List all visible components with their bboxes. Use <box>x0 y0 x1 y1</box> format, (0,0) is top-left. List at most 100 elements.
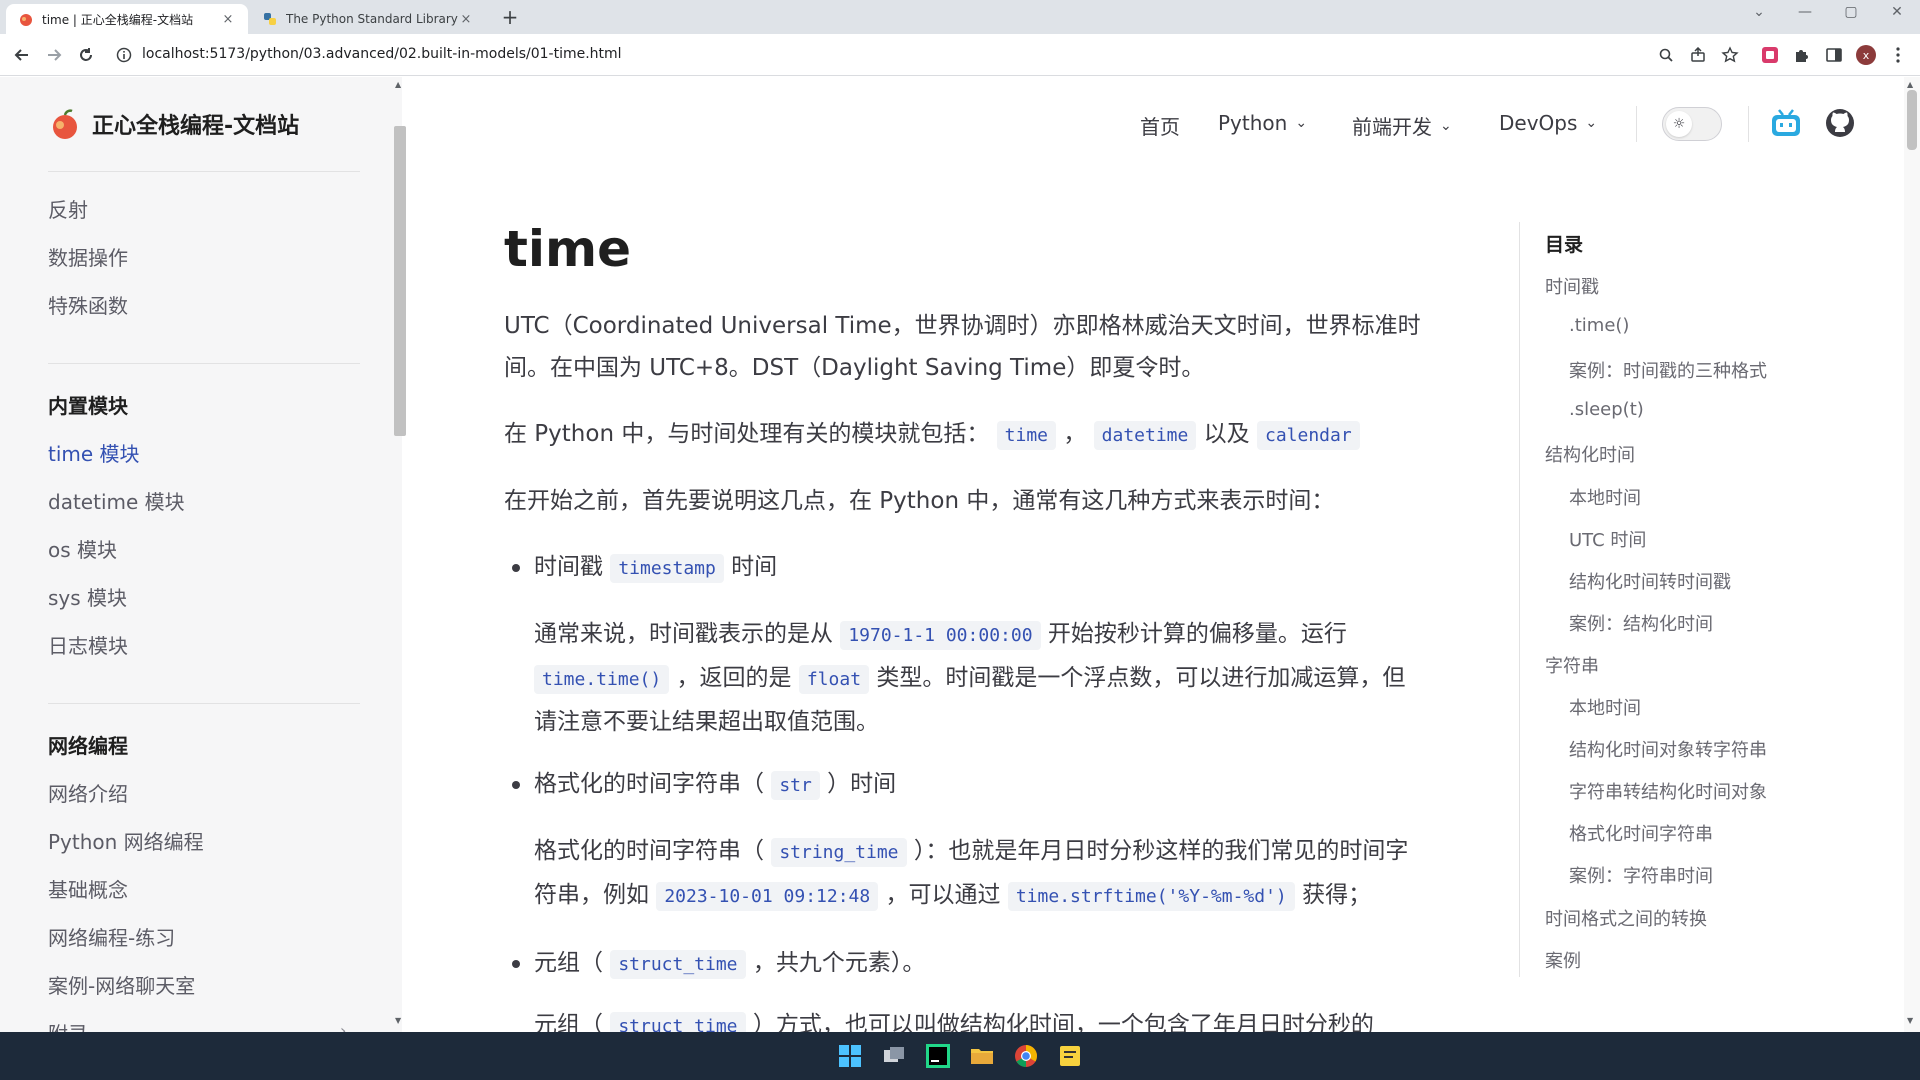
zoom-icon[interactable] <box>1654 43 1678 67</box>
sidebar-divider <box>48 363 360 364</box>
text: ，可以通过 <box>885 882 1001 908</box>
theme-toggle[interactable]: ☼ <box>1662 107 1722 141</box>
outline-item[interactable]: 案例：时间戳的三种格式 <box>1569 357 1767 383</box>
bullet-string-time: 格式化的时间字符串（ str ）时间 <box>534 763 1424 807</box>
nav-frontend[interactable]: 前端开发 ⌄ <box>1352 111 1452 140</box>
sidebar-item-network-intro[interactable]: 网络介绍 <box>48 778 128 807</box>
page-scroll-down-icon[interactable]: ▼ <box>1907 1016 1913 1025</box>
outline-item[interactable]: 本地时间 <box>1569 484 1641 510</box>
nav-frontend-label: 前端开发 <box>1352 115 1432 139</box>
nav-home-label: 首页 <box>1140 115 1180 139</box>
sidebar-divider <box>48 703 360 704</box>
tab-close-icon[interactable]: × <box>458 12 474 27</box>
outline-item[interactable]: 字符串 <box>1545 652 1599 678</box>
chrome-icon[interactable] <box>1014 1044 1038 1068</box>
python-favicon-icon <box>264 13 276 25</box>
bullet-dot <box>512 781 520 789</box>
inline-code: time <box>996 421 1057 450</box>
sidebar-item-appendix[interactable]: 附录 <box>48 1018 88 1032</box>
outline-item[interactable]: UTC 时间 <box>1569 526 1646 552</box>
outline-item[interactable]: 结构化时间对象转字符串 <box>1569 736 1767 762</box>
site-info-icon[interactable] <box>112 43 136 67</box>
inline-code: string_time <box>771 838 907 867</box>
outline-item[interactable]: 案例：字符串时间 <box>1569 862 1713 888</box>
profile-avatar[interactable]: x <box>1854 43 1878 67</box>
tab-close-icon[interactable]: × <box>220 12 236 27</box>
outline-item[interactable]: .time() <box>1569 315 1629 336</box>
browser-toolbar: localhost:5173/python/03.advanced/02.bui… <box>0 34 1920 76</box>
reload-icon[interactable] <box>74 43 98 67</box>
scroll-down-arrow-icon[interactable]: ▼ <box>395 1016 401 1025</box>
sidebar-item-python-network[interactable]: Python 网络编程 <box>48 826 204 855</box>
chevron-right-icon[interactable]: › <box>340 1021 346 1032</box>
nav-home[interactable]: 首页 <box>1140 111 1180 140</box>
extensions-puzzle-icon[interactable] <box>1790 43 1814 67</box>
sidebar-item-basic-concepts[interactable]: 基础概念 <box>48 874 128 903</box>
sidebar-item-special-functions[interactable]: 特殊函数 <box>48 290 128 319</box>
windows-start-icon[interactable] <box>838 1044 862 1068</box>
browser-tab-bar: time | 正心全栈编程-文档站 × The Python Standard … <box>0 0 1920 34</box>
notes-app-icon[interactable] <box>1058 1044 1082 1068</box>
site-logo[interactable]: 正心全栈编程-文档站 <box>48 107 299 141</box>
page-scrollbar-track[interactable] <box>1904 77 1920 1032</box>
sidebar-item-datetime-module[interactable]: datetime 模块 <box>48 486 185 515</box>
browser-tab-inactive[interactable]: The Python Standard Library · × <box>250 4 486 34</box>
timestamp-paragraph: 通常来说，时间戳表示的是从 1970-1-1 00:00:00 开始按秒计算的偏… <box>534 613 1424 743</box>
text: 元组（ <box>534 1012 603 1032</box>
nav-python[interactable]: Python ⌄ <box>1218 111 1307 135</box>
outline-item[interactable]: 结构化时间转时间戳 <box>1569 568 1731 594</box>
forward-icon[interactable] <box>42 43 66 67</box>
outline-item[interactable]: 时间格式之间的转换 <box>1545 905 1707 931</box>
inline-code: struct_time <box>610 1012 746 1032</box>
inline-code: time.time() <box>534 665 670 694</box>
inline-code: struct_time <box>610 950 746 979</box>
close-window-button[interactable]: ✕ <box>1882 4 1912 20</box>
outline-item[interactable]: 格式化时间字符串 <box>1569 820 1713 846</box>
sidebar-item-network-practice[interactable]: 网络编程-练习 <box>48 922 175 951</box>
new-tab-button[interactable]: + <box>498 6 522 30</box>
back-icon[interactable] <box>10 43 34 67</box>
sidebar-item-logging-module[interactable]: 日志模块 <box>48 630 128 659</box>
scroll-up-arrow-icon[interactable]: ▲ <box>395 80 401 89</box>
browser-tab-active[interactable]: time | 正心全栈编程-文档站 × <box>6 4 248 34</box>
outline-item[interactable]: 案例 <box>1545 947 1581 973</box>
string-time-paragraph: 格式化的时间字符串（ string_time ）：也就是年月日时分秒这样的我们常… <box>534 830 1424 918</box>
file-explorer-icon[interactable] <box>970 1044 994 1068</box>
outline-item[interactable]: 本地时间 <box>1569 694 1641 720</box>
pycharm-icon[interactable] <box>926 1044 950 1068</box>
minimize-button[interactable]: — <box>1790 4 1820 20</box>
share-icon[interactable] <box>1686 43 1710 67</box>
outline-item[interactable]: .sleep(t) <box>1569 399 1644 420</box>
outline-item[interactable]: 时间戳 <box>1545 273 1599 299</box>
maximize-button[interactable]: ▢ <box>1836 4 1866 20</box>
outline-item[interactable]: 案例：结构化时间 <box>1569 610 1713 636</box>
sidebar-item-os-module[interactable]: os 模块 <box>48 534 117 563</box>
bilibili-icon[interactable] <box>1770 108 1802 142</box>
side-panel-icon[interactable] <box>1822 43 1846 67</box>
text: 通常来说，时间戳表示的是从 <box>534 621 833 647</box>
page-scrollbar-thumb[interactable] <box>1907 90 1917 150</box>
sidebar-item-time-module[interactable]: time 模块 <box>48 438 140 467</box>
tab-search-icon[interactable]: ⌄ <box>1744 4 1774 20</box>
task-view-icon[interactable] <box>882 1044 906 1068</box>
page-scroll-up-icon[interactable]: ▲ <box>1907 80 1913 89</box>
github-icon[interactable] <box>1825 108 1855 142</box>
sidebar-scrollbar-thumb[interactable] <box>394 126 406 436</box>
translate-extension-icon[interactable] <box>1758 43 1782 67</box>
text: ）时间 <box>827 771 897 797</box>
browser-menu-icon[interactable] <box>1886 43 1910 67</box>
sidebar-item-data-ops[interactable]: 数据操作 <box>48 242 128 271</box>
sidebar-item-chatroom-case[interactable]: 案例-网络聊天室 <box>48 970 195 999</box>
bookmark-star-icon[interactable] <box>1718 43 1742 67</box>
text: ，共九个元素）。 <box>752 950 926 976</box>
address-bar[interactable]: localhost:5173/python/03.advanced/02.bui… <box>142 46 622 62</box>
nav-devops[interactable]: DevOps ⌄ <box>1499 111 1597 135</box>
sidebar-item-sys-module[interactable]: sys 模块 <box>48 582 127 611</box>
sidebar-item-reflection[interactable]: 反射 <box>48 194 88 223</box>
outline-item[interactable]: 结构化时间 <box>1545 441 1635 467</box>
outline-item[interactable]: 字符串转结构化时间对象 <box>1569 778 1767 804</box>
tab-title: time | 正心全栈编程-文档站 <box>42 12 194 27</box>
site-name: 正心全栈编程-文档站 <box>92 114 300 139</box>
bullet-dot <box>512 960 520 968</box>
text: 获得； <box>1302 882 1372 908</box>
